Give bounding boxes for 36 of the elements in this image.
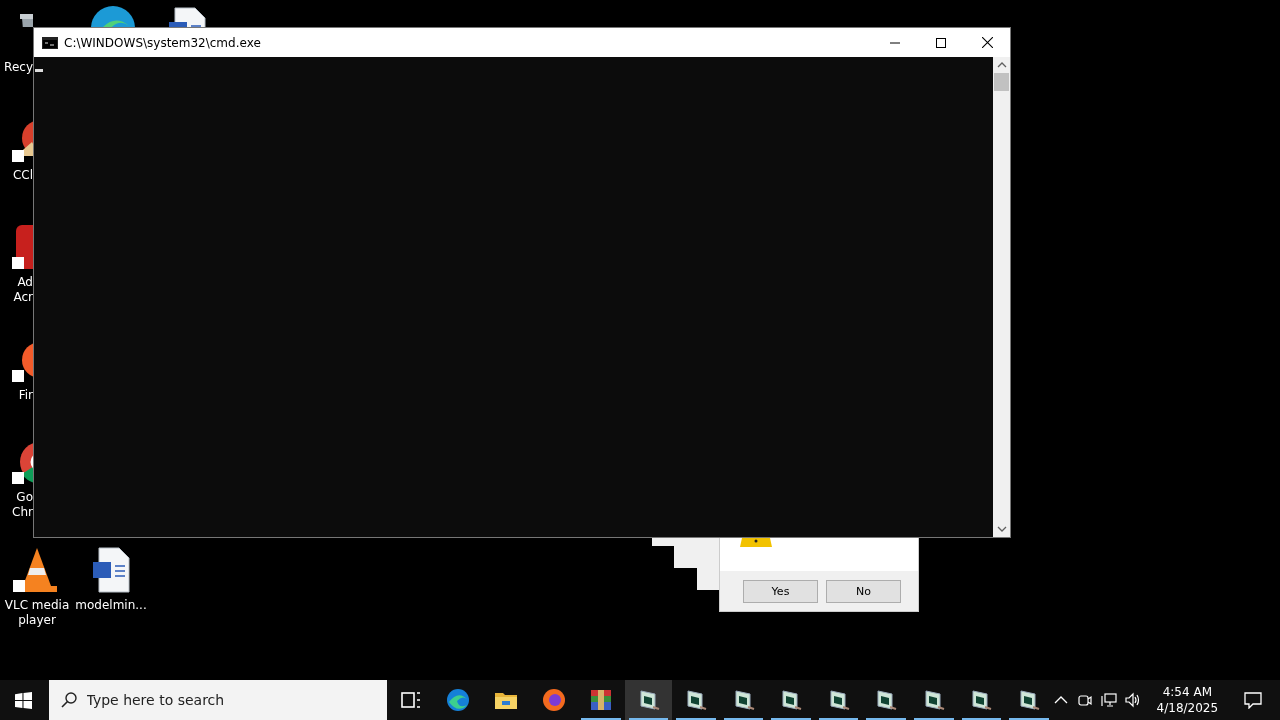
search-icon	[60, 692, 77, 708]
program-icon	[969, 688, 994, 712]
close-icon	[981, 37, 993, 48]
program-icon	[779, 688, 804, 712]
dialog-button[interactable]: No	[826, 580, 901, 603]
scroll-up-icon[interactable]	[996, 62, 1007, 68]
window-title: C:\WINDOWS\system32\cmd.exe	[64, 35, 262, 50]
network-icon[interactable]	[1100, 692, 1117, 708]
scroll-down-icon[interactable]	[996, 526, 1007, 532]
warning-icon	[740, 538, 772, 548]
icon-label: Ad Acr	[12, 275, 33, 305]
text-cursor	[35, 69, 43, 72]
camera-icon[interactable]	[1076, 692, 1093, 708]
program-icon	[684, 688, 709, 712]
scrollbar[interactable]	[993, 57, 1010, 537]
icon-label: VLC media player	[3, 598, 71, 628]
icon-label: Recy	[3, 60, 33, 75]
icon-label: CCl	[11, 168, 33, 183]
console-icon	[42, 36, 58, 49]
dialog-button[interactable]: Yes	[743, 580, 818, 603]
scroll-thumb[interactable]	[994, 73, 1009, 91]
windows-icon	[15, 691, 33, 709]
browser-icon	[541, 688, 566, 712]
icon-label: Go Chr	[11, 490, 33, 520]
maximize-icon	[936, 37, 946, 48]
taskbar-app[interactable]	[624, 680, 673, 720]
archive-icon	[589, 688, 614, 712]
clock[interactable]: 4:54 AM 4/18/2025	[1148, 684, 1227, 716]
volume-icon[interactable]	[1124, 692, 1141, 708]
program-icon	[874, 688, 899, 712]
minimize-icon	[890, 41, 900, 44]
notification-icon[interactable]	[1244, 691, 1263, 709]
search-field[interactable]: Type here to search	[48, 680, 388, 720]
icon-label: modelmin...	[74, 598, 148, 613]
browser-icon	[446, 688, 471, 712]
icon-label: Fir	[17, 388, 33, 403]
